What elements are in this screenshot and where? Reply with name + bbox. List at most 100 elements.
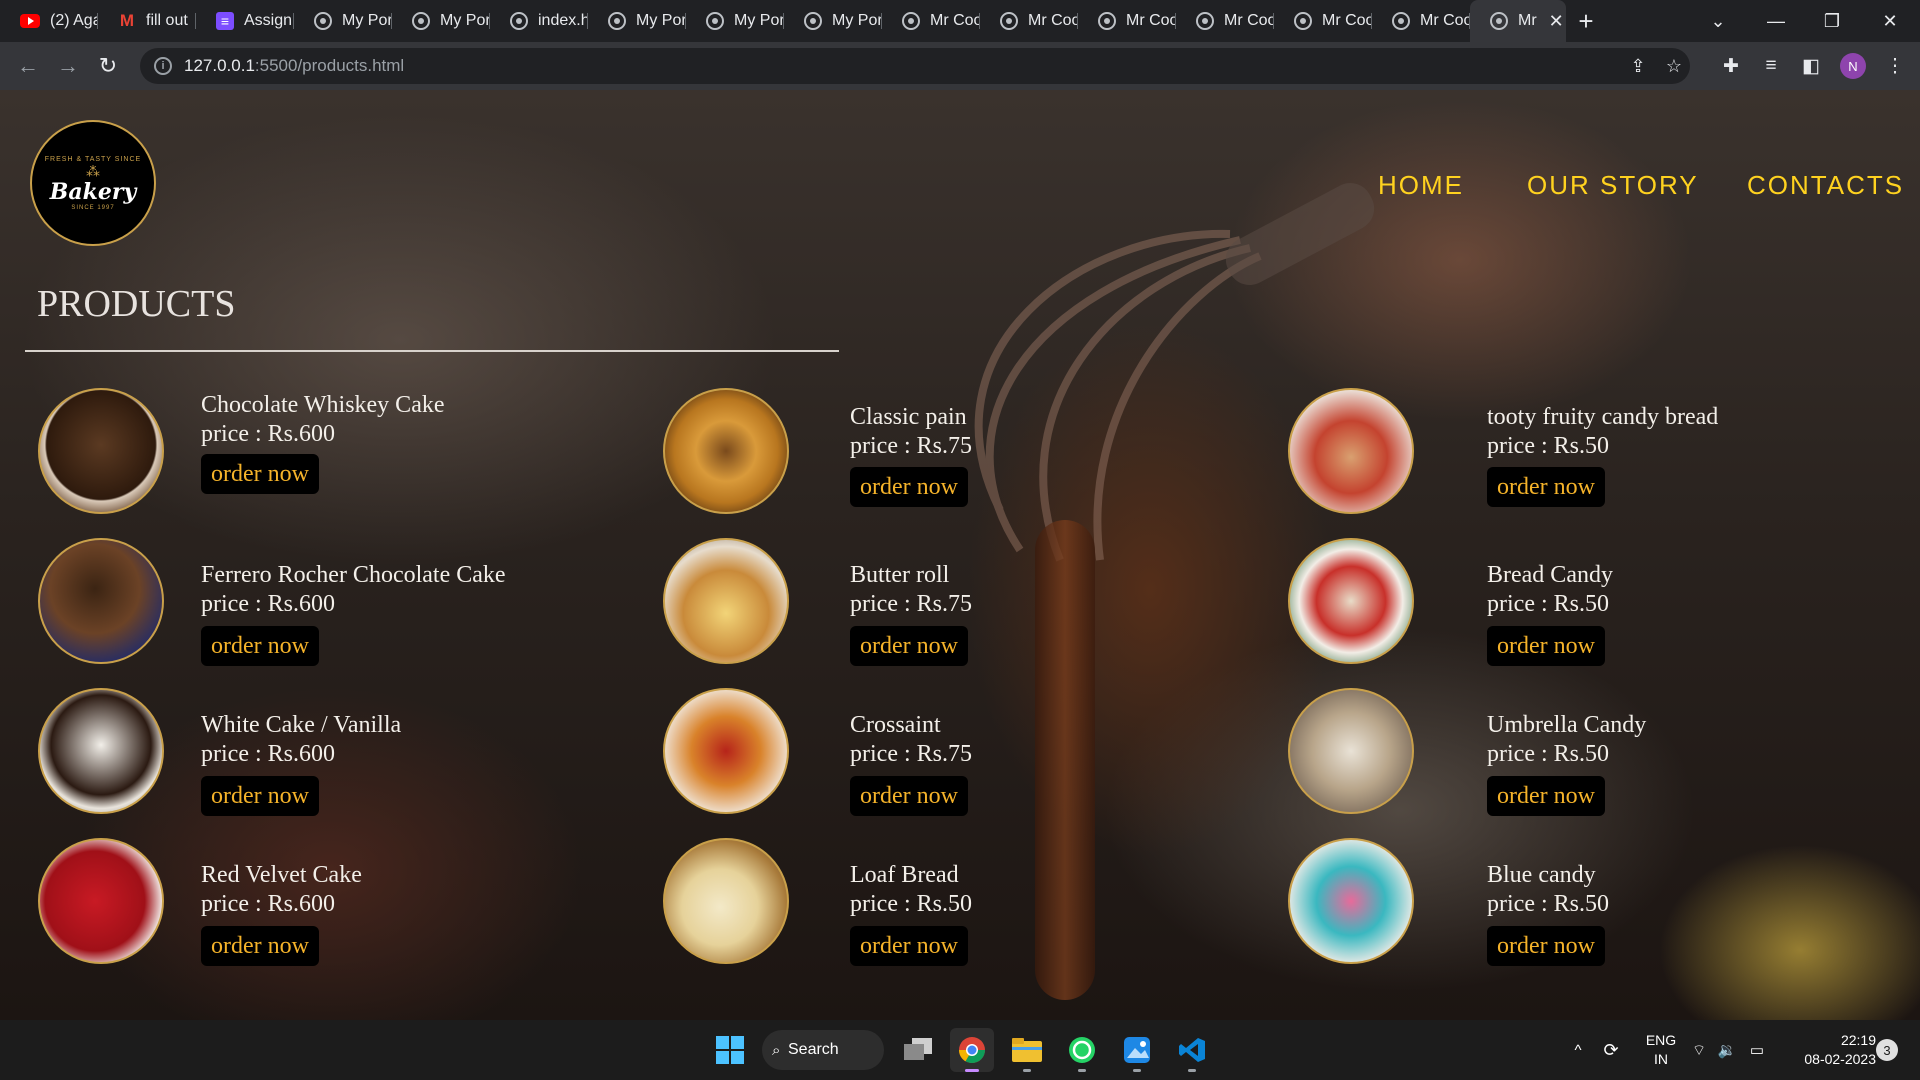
- tab-title: My Por: [832, 12, 882, 29]
- order-now-button[interactable]: order now: [850, 467, 968, 507]
- language-indicator[interactable]: ENG IN: [1636, 1020, 1686, 1080]
- order-now-button[interactable]: order now: [850, 626, 968, 666]
- profile-button[interactable]: N: [1834, 46, 1872, 86]
- media-control-icon[interactable]: ≡: [1752, 46, 1790, 86]
- site-info-icon[interactable]: i: [154, 57, 172, 75]
- browser-tab[interactable]: Mr Coo: [1274, 0, 1372, 42]
- photos-icon[interactable]: [1115, 1028, 1159, 1072]
- product-name: Umbrella Candy: [1487, 712, 1647, 738]
- region-code: IN: [1654, 1051, 1668, 1067]
- wifi-icon[interactable]: ⌔: [1688, 1020, 1710, 1080]
- order-now-button[interactable]: order now: [1487, 776, 1605, 816]
- browser-tab[interactable]: My Por: [686, 0, 784, 42]
- notification-center[interactable]: 3: [1874, 1020, 1900, 1080]
- sync-icon[interactable]: ⟳: [1596, 1020, 1626, 1080]
- product-card: Loaf Bread price : Rs.50 order now: [663, 838, 1223, 966]
- product-image: [1288, 688, 1414, 814]
- windows-start-icon[interactable]: [708, 1028, 752, 1072]
- chrome-taskbar-icon[interactable]: [950, 1028, 994, 1072]
- product-name: Ferrero Rocher Chocolate Cake: [201, 562, 506, 588]
- vscode-icon[interactable]: [1170, 1028, 1214, 1072]
- forward-button[interactable]: →: [48, 46, 88, 86]
- product-card: Umbrella Candy price : Rs.50 order now: [1288, 688, 1848, 816]
- product-name: Red Velvet Cake: [201, 862, 362, 888]
- order-now-button[interactable]: order now: [850, 926, 968, 966]
- product-price: price : Rs.50: [1487, 591, 1609, 617]
- browser-tab-active[interactable]: Mr ✕: [1470, 0, 1566, 42]
- globe-icon: [1392, 12, 1410, 30]
- browser-tab[interactable]: Mr Coo: [1372, 0, 1470, 42]
- minimize-button[interactable]: —: [1748, 0, 1804, 42]
- tab-title: Mr: [1518, 12, 1537, 29]
- browser-tab[interactable]: Mr Coo: [1078, 0, 1176, 42]
- product-price: price : Rs.75: [850, 741, 972, 767]
- whatsapp-icon[interactable]: [1060, 1028, 1104, 1072]
- tab-title: Assignm: [244, 12, 294, 29]
- share-icon[interactable]: ⇪: [1620, 48, 1656, 84]
- file-explorer-icon[interactable]: [1005, 1028, 1049, 1072]
- new-tab-button[interactable]: +: [1566, 0, 1606, 42]
- close-window-button[interactable]: ✕: [1862, 0, 1918, 42]
- back-button[interactable]: ←: [8, 46, 48, 86]
- browser-tab[interactable]: Mr Coo: [882, 0, 980, 42]
- product-name: Bread Candy: [1487, 562, 1613, 588]
- battery-icon[interactable]: ▭: [1744, 1020, 1770, 1080]
- restore-button[interactable]: ❐: [1804, 0, 1860, 42]
- order-now-button[interactable]: order now: [1487, 467, 1605, 507]
- browser-tab[interactable]: Mr Coo: [1176, 0, 1274, 42]
- globe-icon: [412, 12, 430, 30]
- clock[interactable]: 22:19 08-02-2023: [1780, 1020, 1876, 1080]
- nav-home[interactable]: HOME: [1378, 170, 1464, 201]
- tab-search-chevron-icon[interactable]: ⌄: [1690, 0, 1746, 42]
- browser-tab[interactable]: My Por: [784, 0, 882, 42]
- volume-icon[interactable]: 🔉: [1714, 1020, 1740, 1080]
- order-now-button[interactable]: order now: [1487, 926, 1605, 966]
- language-code: ENG: [1645, 1032, 1677, 1048]
- order-now-button[interactable]: order now: [201, 926, 319, 966]
- globe-icon: [1000, 12, 1018, 30]
- browser-tab[interactable]: My Por: [294, 0, 392, 42]
- globe-icon: [1490, 12, 1508, 30]
- close-tab-icon[interactable]: ✕: [1549, 11, 1564, 32]
- task-view-icon[interactable]: [896, 1028, 940, 1072]
- browser-tab[interactable]: My Por: [588, 0, 686, 42]
- address-bar[interactable]: i 127.0.0.1:5500/products.html ⇪ ☆: [140, 48, 1690, 84]
- browser-tab[interactable]: My Por: [392, 0, 490, 42]
- globe-icon: [1196, 12, 1214, 30]
- order-now-button[interactable]: order now: [201, 454, 319, 494]
- taskbar-search[interactable]: ⌕ Search: [762, 1030, 884, 1070]
- menu-kebab-icon[interactable]: ⋮: [1876, 46, 1914, 86]
- product-image: [38, 838, 164, 964]
- page-title: PRODUCTS: [37, 283, 236, 325]
- extensions-icon[interactable]: ✚: [1712, 46, 1750, 86]
- browser-tab[interactable]: index.h: [490, 0, 588, 42]
- title-divider: [25, 350, 839, 352]
- bookmark-star-icon[interactable]: ☆: [1656, 48, 1692, 84]
- nav-our-story[interactable]: OUR STORY: [1527, 170, 1699, 201]
- reload-button[interactable]: ↻: [88, 46, 128, 86]
- tab-title: fill out: [146, 12, 188, 29]
- product-price: price : Rs.600: [201, 741, 335, 767]
- order-now-button[interactable]: order now: [850, 776, 968, 816]
- windows-taskbar: ⌕ Search ^ ⟳ ENG IN ⌔ 🔉 ▭ 22:19 08-02-202…: [0, 1020, 1920, 1080]
- browser-tab[interactable]: Mfill out: [98, 0, 196, 42]
- browser-tab[interactable]: (2) Aga: [0, 0, 98, 42]
- nav-contacts[interactable]: CONTACTS: [1747, 170, 1904, 201]
- browser-tab[interactable]: Mr Coo: [980, 0, 1078, 42]
- order-now-button[interactable]: order now: [201, 776, 319, 816]
- wheat-icon: ⁂: [86, 162, 100, 179]
- page-viewport: FRESH & TASTY SINCE ⁂ Bakery SINCE 1997 …: [0, 90, 1920, 1020]
- side-panel-icon[interactable]: ◧: [1792, 46, 1830, 86]
- tab-title: Mr Coo: [1028, 12, 1078, 29]
- bakery-logo[interactable]: FRESH & TASTY SINCE ⁂ Bakery SINCE 1997: [30, 120, 156, 246]
- order-now-button[interactable]: order now: [1487, 626, 1605, 666]
- product-name: Classic pain: [850, 404, 967, 430]
- product-name: Chocolate Whiskey Cake: [201, 392, 445, 418]
- logo-name: Bakery: [49, 178, 137, 205]
- globe-icon: [510, 12, 528, 30]
- browser-tab[interactable]: Assignm: [196, 0, 294, 42]
- order-now-button[interactable]: order now: [201, 626, 319, 666]
- product-image: [663, 538, 789, 664]
- show-hidden-icons-chevron[interactable]: ^: [1566, 1020, 1590, 1080]
- tab-title: Mr Coo: [1420, 12, 1470, 29]
